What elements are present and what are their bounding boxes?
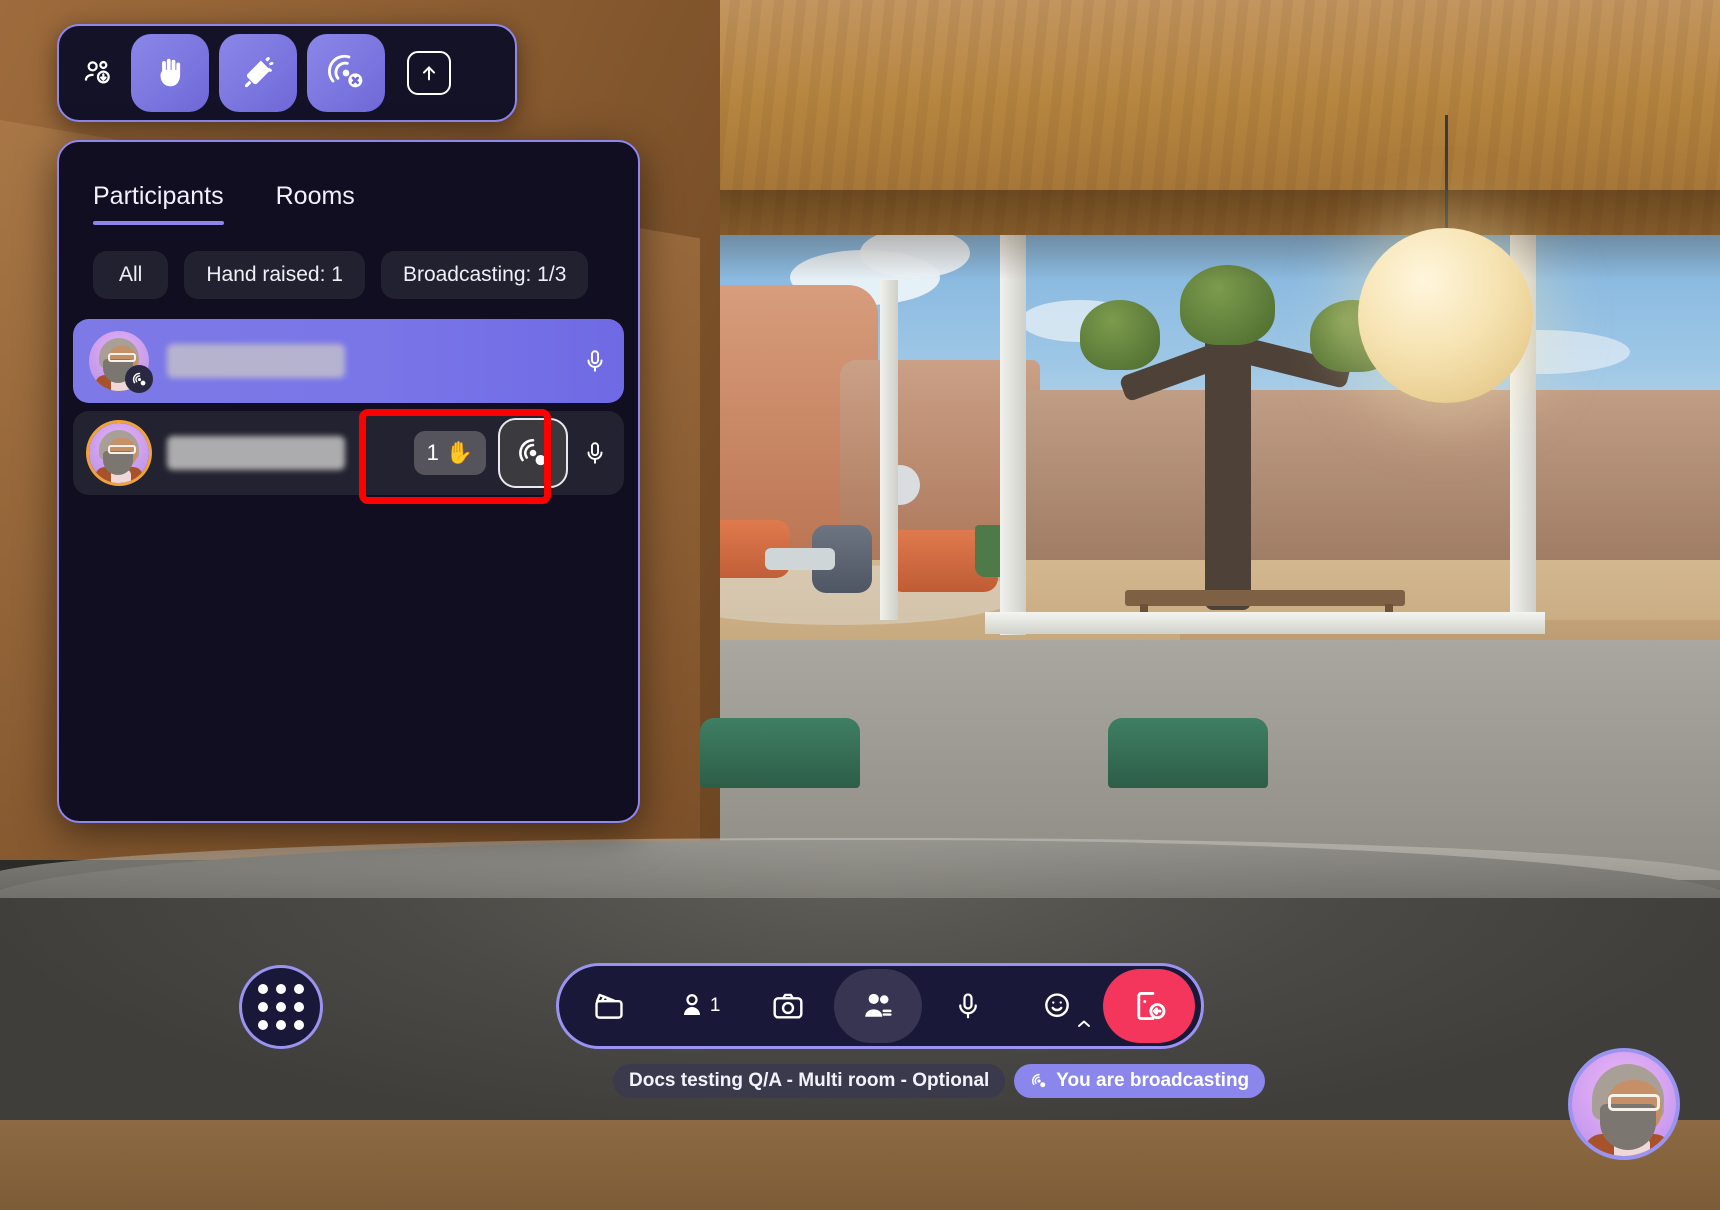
green-chair xyxy=(1108,718,1268,788)
leave-meeting-button[interactable] xyxy=(1102,969,1195,1043)
mic-icon[interactable] xyxy=(582,348,608,374)
filter-broadcasting[interactable]: Broadcasting: 1/3 xyxy=(380,251,589,299)
participant-name-redacted xyxy=(167,436,345,470)
hand-broadcast-toolbar[interactable] xyxy=(57,24,517,122)
coffee-table xyxy=(765,548,835,570)
filter-all[interactable]: All xyxy=(93,251,169,299)
window-frame xyxy=(880,280,898,620)
participants-button[interactable] xyxy=(833,969,922,1043)
tree-trunk xyxy=(1205,330,1251,610)
panel-tabs: Participants Rooms xyxy=(59,142,638,225)
people-status-icon xyxy=(75,50,121,96)
participant-name-redacted xyxy=(167,344,345,378)
foreground-floor xyxy=(0,1120,1720,1210)
people-count: 1 xyxy=(709,995,721,1016)
main-toolbar: 1 xyxy=(556,963,1204,1049)
my-avatar[interactable] xyxy=(1568,1048,1680,1160)
microphone-button[interactable] xyxy=(924,969,1012,1043)
toggle-broadcast-button[interactable] xyxy=(498,418,568,488)
lamp-cord xyxy=(1445,115,1448,230)
participant-list: 1 ✋ xyxy=(59,299,638,495)
chevron-up-icon xyxy=(1078,1020,1091,1027)
green-chair xyxy=(700,718,860,788)
hand-raised-count: 1 xyxy=(426,440,439,465)
raise-hand-button[interactable] xyxy=(131,34,209,112)
vr-meeting-screen: Participants Rooms All Hand raised: 1 Br… xyxy=(0,0,1720,1210)
broadcast-icon xyxy=(1030,1072,1048,1090)
apps-grid-button[interactable] xyxy=(239,965,323,1049)
participants-panel: Participants Rooms All Hand raised: 1 Br… xyxy=(57,140,640,823)
reactions-button[interactable] xyxy=(1013,969,1101,1043)
tree-tuft xyxy=(1080,300,1160,370)
tab-participants[interactable]: Participants xyxy=(93,182,224,225)
filter-pills: All Hand raised: 1 Broadcasting: 1/3 xyxy=(59,225,638,299)
stop-broadcast-button[interactable] xyxy=(307,34,385,112)
participant-row[interactable] xyxy=(73,319,624,403)
meeting-title-chip: Docs testing Q/A - Multi room - Optional xyxy=(613,1064,1006,1098)
tab-rooms[interactable]: Rooms xyxy=(276,182,355,225)
hand-raised-chip[interactable]: 1 ✋ xyxy=(414,431,486,475)
people-button[interactable]: 1 xyxy=(655,969,743,1043)
broadcast-megaphone-button[interactable] xyxy=(219,34,297,112)
share-up-button[interactable] xyxy=(407,51,451,95)
camera-button[interactable] xyxy=(744,969,832,1043)
status-bar: Docs testing Q/A - Multi room - Optional… xyxy=(613,1064,1266,1098)
pendant-lamp xyxy=(1358,228,1533,403)
broadcasting-status-label: You are broadcasting xyxy=(1056,1070,1250,1091)
grid-dots-icon xyxy=(258,984,304,1030)
filter-hand-raised[interactable]: Hand raised: 1 xyxy=(184,251,365,299)
bench xyxy=(1125,590,1405,606)
avatar xyxy=(89,331,153,393)
participant-row[interactable]: 1 ✋ xyxy=(73,411,624,495)
avatar xyxy=(89,423,149,483)
window-sill xyxy=(985,612,1545,634)
hand-icon: ✋ xyxy=(445,440,474,465)
distant-ridge xyxy=(1020,390,1720,570)
broadcasting-status-chip: You are broadcasting xyxy=(1014,1064,1266,1098)
broadcast-badge-icon xyxy=(125,365,153,393)
media-button[interactable] xyxy=(565,969,653,1043)
mic-icon[interactable] xyxy=(582,440,608,466)
